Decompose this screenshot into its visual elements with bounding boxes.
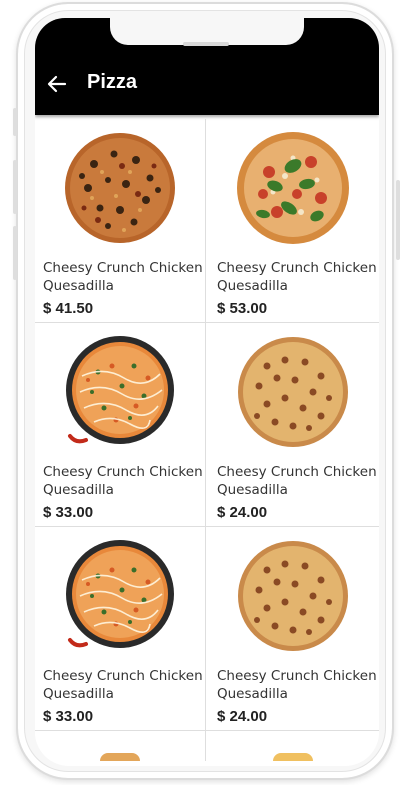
product-price: $ 33.00 [43,504,94,521]
product-card[interactable]: Cheesy Crunch Chicken Quesadilla $ 33.00 [35,527,206,731]
arrow-left-icon[interactable] [47,74,67,94]
product-grid: Cheesy Crunch Chicken Quesadilla $ 41.50 [35,119,379,761]
pizza-sausage-image [237,541,348,651]
pizza-drizzle-image [66,336,174,444]
phone-speaker [183,42,229,46]
phone-volume-down [13,226,17,280]
product-card[interactable]: Cheesy Crunch Chicken Quesadilla $ 24.00 [206,323,379,527]
product-name: Cheesy Crunch Chicken Quesadilla [43,260,203,294]
phone-side-button [13,108,17,136]
product-price: $ 33.00 [43,708,94,725]
phone-power-button [396,180,400,260]
product-card[interactable]: Cheesy Crunch Chicken Quesadilla $ 53.00 [206,119,379,323]
product-price: $ 24.00 [217,504,268,521]
phone-notch [110,18,304,45]
product-card-partial[interactable] [206,731,379,761]
pizza-sausage-image [237,337,348,447]
product-price: $ 24.00 [217,708,268,725]
product-card-partial[interactable] [35,731,206,761]
product-name: Cheesy Crunch Chicken Quesadilla [43,464,203,498]
product-name: Cheesy Crunch Chicken Quesadilla [217,260,377,294]
product-card[interactable]: Cheesy Crunch Chicken Quesadilla $ 24.00 [206,527,379,731]
product-name: Cheesy Crunch Chicken Quesadilla [217,464,377,498]
phone-volume-up [13,160,17,214]
pizza-image-partial [100,753,140,761]
product-card[interactable]: Cheesy Crunch Chicken Quesadilla $ 41.50 [35,119,206,323]
pizza-image-partial [272,753,313,761]
product-price: $ 41.50 [43,300,94,317]
app-screen: Pizza Cheesy Crunch Chicken Quesadilla $… [35,18,379,766]
pizza-basil-image [236,132,349,244]
product-name: Cheesy Crunch Chicken Quesadilla [43,668,203,702]
pizza-olives-image [65,133,175,243]
page-title: Pizza [87,71,138,93]
pizza-drizzle-image [66,540,174,648]
product-price: $ 53.00 [217,300,268,317]
product-card[interactable]: Cheesy Crunch Chicken Quesadilla $ 33.00 [35,323,206,527]
product-name: Cheesy Crunch Chicken Quesadilla [217,668,377,702]
